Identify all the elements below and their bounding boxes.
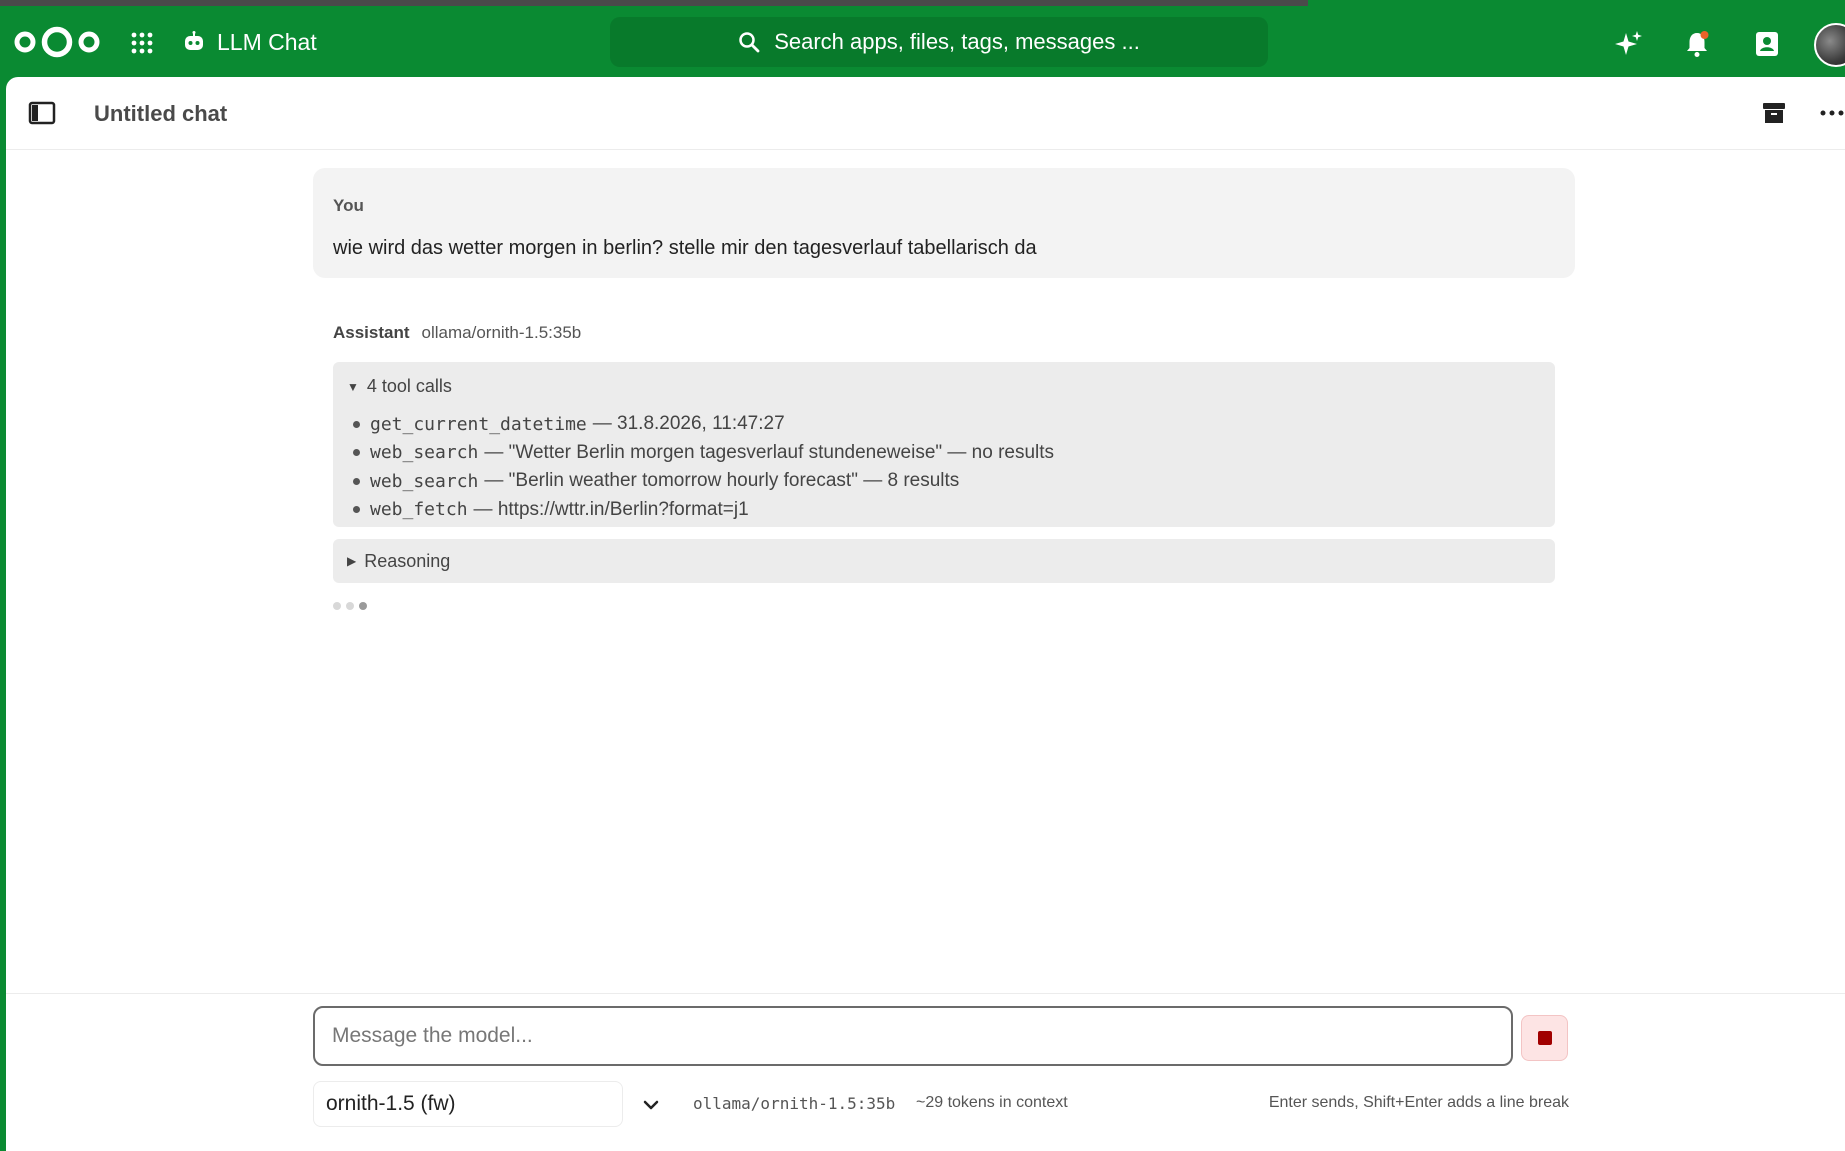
assistant-label: Assistant (333, 323, 410, 342)
typing-dot (359, 602, 367, 610)
tool-call-detail: — 31.8.2026, 11:47:27 (592, 413, 785, 435)
model-select[interactable]: ornith-1.5 (fw) (313, 1081, 623, 1127)
chevron-down-icon[interactable] (640, 1094, 662, 1116)
search-icon (739, 32, 760, 53)
tool-call-item: web_search — "Wetter Berlin morgen tages… (353, 439, 1054, 468)
sidebar-toggle-icon[interactable] (28, 101, 56, 125)
user-label: You (333, 196, 364, 215)
token-count: ~29 tokens in context (916, 1094, 1068, 1111)
top-header: LLM Chat Search apps, files, tags, messa… (0, 7, 1845, 77)
unified-search[interactable]: Search apps, files, tags, messages ... (610, 17, 1268, 67)
message-input[interactable] (313, 1006, 1513, 1066)
tool-call-detail: — https://wttr.in/Berlin?format=j1 (473, 498, 749, 520)
bullet-icon (353, 449, 360, 457)
main-panel: Untitled chat You wie wird das wetter mo… (6, 77, 1845, 1151)
model-select-value: ornith-1.5 (fw) (326, 1092, 456, 1115)
tool-calls-panel: ▼ 4 tool calls get_current_datetime — 31… (333, 362, 1555, 527)
tool-call-function: web_search (370, 470, 479, 492)
tool-call-item: web_search — "Berlin weather tomorrow ho… (353, 467, 1054, 496)
stop-button[interactable] (1521, 1015, 1568, 1061)
bullet-icon (353, 506, 360, 514)
bullet-icon (353, 420, 360, 428)
tool-call-function: web_search (370, 442, 479, 464)
user-message: You wie wird das wetter morgen in berlin… (313, 168, 1575, 278)
reasoning-label: Reasoning (364, 550, 451, 571)
model-id: ollama/ornith-1.5:35b (693, 1094, 896, 1113)
archive-icon[interactable] (1760, 99, 1788, 127)
tool-calls-toggle[interactable]: ▼ 4 tool calls (347, 376, 452, 397)
search-placeholder: Search apps, files, tags, messages ... (774, 29, 1140, 54)
loading-bar (0, 0, 1308, 6)
typing-dot (333, 602, 341, 610)
tool-call-detail: — "Berlin weather tomorrow hourly foreca… (484, 470, 960, 492)
assistant-meta: Assistant ollama/ornith-1.5:35b (333, 323, 581, 343)
tool-calls-list: get_current_datetime — 31.8.2026, 11:47:… (353, 410, 1054, 524)
assistant-sparkle-icon[interactable] (1614, 29, 1644, 59)
chat-title[interactable]: Untitled chat (94, 101, 227, 127)
composer: ornith-1.5 (fw) ollama/ornith-1.5:35b ~2… (6, 993, 1845, 1151)
assistant-model: ollama/ornith-1.5:35b (421, 323, 582, 342)
more-icon[interactable] (1818, 99, 1845, 127)
user-avatar[interactable] (1814, 23, 1845, 67)
tool-call-function: web_fetch (370, 499, 468, 521)
tool-calls-summary: 4 tool calls (366, 376, 452, 396)
top-strip (0, 0, 1845, 7)
tool-call-item: web_fetch — https://wttr.in/Berlin?forma… (353, 496, 1054, 525)
contacts-icon[interactable] (1752, 29, 1782, 59)
bullet-icon (353, 477, 360, 485)
chat-header: Untitled chat (6, 77, 1845, 150)
keyboard-hint: Enter sends, Shift+Enter adds a line bre… (1268, 1094, 1569, 1111)
reasoning-toggle[interactable]: ▶ Reasoning (333, 539, 1555, 583)
tool-call-item: get_current_datetime — 31.8.2026, 11:47:… (353, 410, 1054, 439)
expanded-triangle-icon: ▼ (347, 379, 359, 394)
tool-call-detail: — "Wetter Berlin morgen tagesverlauf stu… (484, 441, 1055, 463)
bell-icon[interactable] (1682, 29, 1712, 59)
nextcloud-logo[interactable] (14, 25, 100, 59)
robot-icon (185, 31, 203, 50)
typing-dot (346, 602, 354, 610)
typing-indicator (333, 602, 367, 610)
stop-icon (1537, 1031, 1552, 1045)
apps-grid-icon[interactable] (130, 31, 154, 55)
user-message-text: wie wird das wetter morgen in berlin? st… (333, 237, 1037, 259)
collapsed-triangle-icon: ▶ (347, 554, 357, 568)
app-name-link[interactable]: LLM Chat (183, 27, 317, 57)
tool-call-function: get_current_datetime (370, 413, 587, 435)
app-name: LLM Chat (217, 28, 317, 55)
